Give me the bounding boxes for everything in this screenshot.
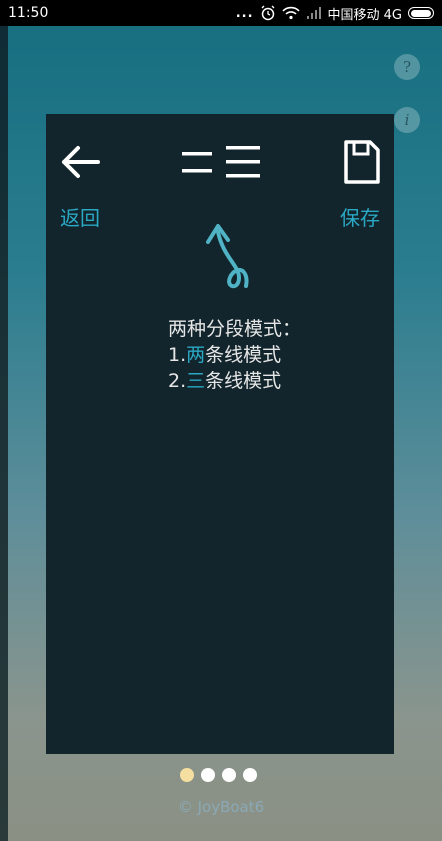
help-icon[interactable]: ? (394, 54, 420, 80)
segment-mode-icon (182, 146, 260, 178)
save-button[interactable]: 保存 (340, 202, 380, 231)
status-icons: ... 中国移动 4G (236, 4, 434, 23)
save-floppy-icon[interactable] (344, 140, 380, 184)
left-edge-strip (0, 26, 8, 841)
battery-icon (408, 7, 434, 19)
mode-line-2: 2.三条线模式 (168, 368, 301, 394)
wifi-icon (281, 6, 300, 20)
line2-highlight: 三 (186, 370, 206, 392)
curly-arrow-icon (206, 224, 249, 289)
line1-rest: 条线模式 (205, 344, 282, 366)
page-dot[interactable] (201, 768, 215, 782)
line1-highlight: 两 (186, 344, 206, 366)
back-arrow-icon[interactable] (60, 142, 100, 182)
line1-prefix: 1. (168, 344, 187, 366)
back-button[interactable]: 返回 (60, 202, 100, 231)
alarm-icon (260, 5, 276, 21)
page-dot[interactable] (243, 768, 257, 782)
carrier-label: 中国移动 4G (327, 7, 402, 23)
status-bar: 11:50 ... 中国移动 4G (0, 0, 442, 26)
description-heading: 两种分段模式： (168, 318, 302, 340)
line2-prefix: 2. (168, 370, 187, 392)
page-dot[interactable] (222, 768, 236, 782)
tutorial-panel: 返回 保存 两种分段模式： 1.两条线模式 2.三条线模式 (46, 114, 394, 754)
notification-dots: ... (235, 5, 254, 21)
page-dot[interactable] (180, 768, 194, 782)
copyright-text: © JoyBoat6 (177, 798, 265, 816)
mode-line-1: 1.两条线模式 (168, 342, 301, 368)
page-indicator (180, 768, 257, 782)
info-icon[interactable]: i (394, 107, 420, 133)
line2-rest: 条线模式 (205, 370, 282, 392)
status-time: 11:50 (8, 5, 49, 21)
mode-description: 两种分段模式： 1.两条线模式 2.三条线模式 (168, 316, 301, 394)
signal-icon (306, 7, 322, 19)
